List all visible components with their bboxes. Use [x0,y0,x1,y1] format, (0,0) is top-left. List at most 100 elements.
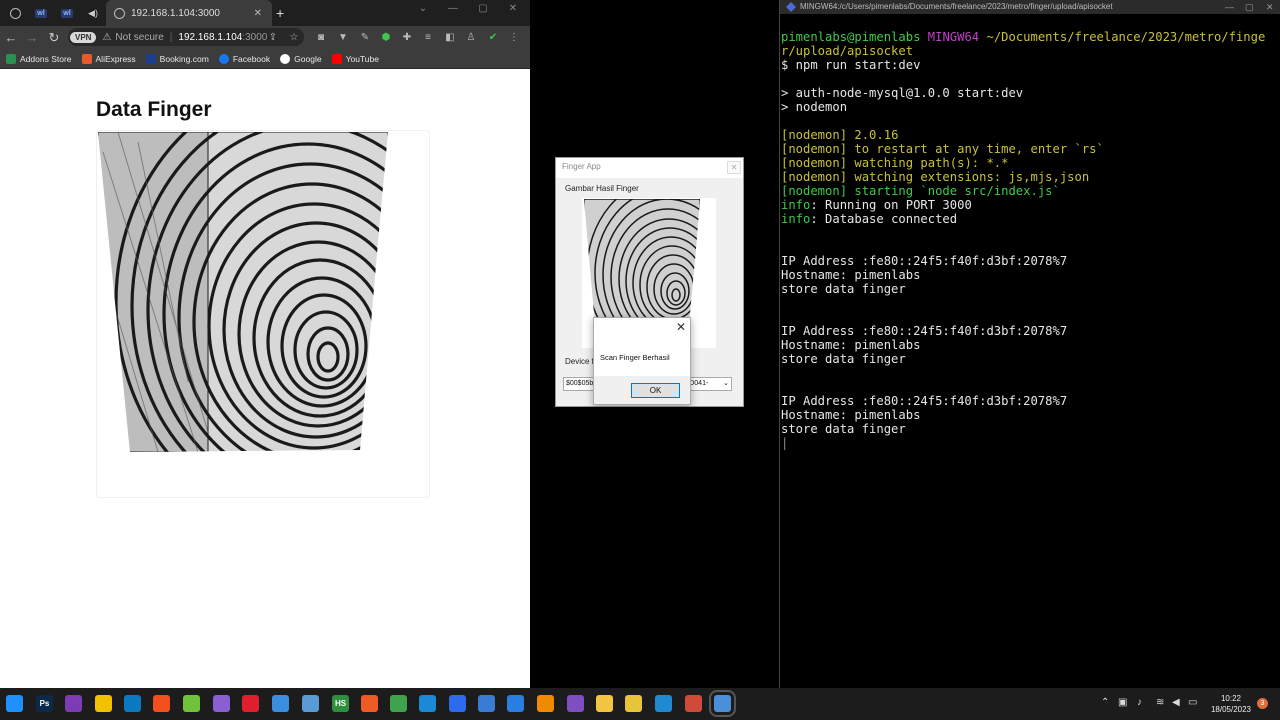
youtube-icon [331,53,342,64]
close-window-icon[interactable]: ✕ [506,0,520,16]
command-line: $ npm run start:dev [781,58,921,72]
bookmark-aliexpress[interactable]: AliExpress [81,53,136,64]
clock[interactable]: 10:22 18/05/2023 [1203,693,1259,715]
bookmark-youtube[interactable]: YouTube [331,53,379,64]
addons-store-icon [6,53,16,64]
trello-icon[interactable] [124,695,141,712]
postman-icon[interactable] [361,695,378,712]
maximize-icon[interactable]: ▢ [476,0,490,16]
tab-1[interactable] [4,0,26,26]
notepad-icon[interactable] [390,695,407,712]
bookmark-addons-store[interactable]: Addons Store [6,53,72,64]
close-icon[interactable]: ✕ [676,320,686,334]
nodemon-text: watching path(s): *.* [847,156,1009,170]
tab-3[interactable]: wl [56,0,78,26]
tab-2[interactable]: wl [30,0,52,26]
puzzle-extension-icon[interactable]: ✚ [400,30,414,44]
camera-icon[interactable]: ◙ [314,30,328,44]
ip-line: IP Address :fe80::24f5:f40f:d3bf:2078%7 [781,254,1068,268]
finger-app-icon[interactable] [709,690,736,717]
tab-title: 192.168.1.104:3000 [131,7,220,19]
minimize-icon[interactable]: — [1225,0,1234,14]
nodemon-text: 2.0.16 [847,128,899,142]
bookmark-label: AliExpress [95,53,136,64]
hs-icon[interactable]: HS [332,695,349,712]
profile-icon[interactable]: ♙ [464,30,478,44]
opera-icon[interactable] [242,695,259,712]
edge-icon[interactable] [419,695,436,712]
file-explorer-icon[interactable] [596,695,613,712]
facebook-icon [218,53,229,64]
device-label: Device f [565,357,594,366]
wl-icon: wl [35,8,47,18]
notification-badge[interactable]: 3 [1257,698,1268,709]
image-label: Gambar Hasil Finger [565,184,639,193]
close-window-icon[interactable]: ✕ [1266,0,1274,14]
tool-icon[interactable] [213,695,230,712]
forward-arrow-icon[interactable]: → [22,26,42,49]
azure-studio-icon[interactable] [507,695,524,712]
bookmark-google[interactable]: Google [280,53,322,64]
ip-line: IP Address :fe80::24f5:f40f:d3bf:2078%7 [781,324,1068,338]
info-tag: info [781,212,811,226]
side-panel-icon[interactable]: ◧ [443,30,457,44]
figma-icon[interactable] [153,695,170,712]
terminal-title: MINGW64:/c/Users/pimenlabs/Documents/fre… [800,2,1113,11]
reading-list-icon[interactable]: ≡ [421,30,435,44]
bookmark-facebook[interactable]: Facebook [218,53,270,64]
ok-button[interactable]: OK [631,383,680,398]
vpn-extension-icon[interactable]: ▼ [336,30,350,44]
eye-app-icon[interactable] [302,695,319,712]
tab-4[interactable]: ◀) [82,0,104,26]
microphone-icon[interactable]: ♪ [1137,697,1142,708]
share-icon[interactable]: ⇪ [266,30,280,44]
browser-window: wl wl ◀) 192.168.1.104:3000 ✕ + ⌄ — ▢ ✕ … [0,0,530,688]
tab-close-icon[interactable]: ✕ [254,8,262,19]
verified-extension-icon[interactable]: ✔ [486,30,500,44]
globe-icon [9,7,21,19]
game-controller-icon[interactable] [272,695,289,712]
mail-app-icon[interactable] [95,695,112,712]
tray-app-icon[interactable]: ▣ [1118,697,1127,708]
wifi-icon[interactable]: ≋ [1156,697,1164,708]
nodemon-tag: [nodemon] [781,128,848,142]
windows-start-icon[interactable] [6,695,23,712]
shield-icon[interactable]: ⬢ [379,30,393,44]
chevron-down-icon[interactable]: ⌄ [416,0,430,16]
maximize-icon[interactable]: ▢ [1245,0,1254,14]
security-label[interactable]: Not secure [115,32,163,43]
url-host[interactable]: 192.168.1.104 [178,32,242,43]
speaker-icon[interactable]: ◀ [1172,697,1180,708]
booking-icon [145,53,156,64]
bookmark-booking[interactable]: Booking.com [145,53,209,64]
signal-icon[interactable] [449,695,466,712]
cube-3d-icon[interactable] [183,695,200,712]
nodemon-tag: [nodemon] [781,170,848,184]
visual-studio-icon[interactable] [567,695,584,712]
back-arrow-icon[interactable]: ← [1,26,21,49]
photoshop-icon[interactable]: Ps [36,695,53,712]
url-port[interactable]: :3000 [242,32,267,43]
share-icon[interactable] [478,695,495,712]
pen-icon[interactable]: ✎ [358,30,372,44]
vpn-badge[interactable]: VPN [70,31,97,43]
terminal-output[interactable]: pimenlabs@pimenlabs MINGW64 ~/Documents/… [781,30,1279,450]
battery-icon[interactable]: ▭ [1188,697,1197,708]
tab-active[interactable]: 192.168.1.104:3000 ✕ [106,0,272,26]
star-icon[interactable]: ☆ [287,30,301,44]
new-tab-icon[interactable]: + [276,5,284,21]
terminal-window: MINGW64:/c/Users/pimenlabs/Documents/fre… [779,0,1280,688]
close-icon[interactable]: ✕ [727,161,741,174]
more-menu-icon[interactable]: ⋮ [507,30,521,44]
vlc-icon[interactable] [537,695,554,712]
info-text: : Database connected [810,212,958,226]
reload-icon[interactable]: ↻ [44,26,64,49]
chrome-icon[interactable] [625,695,642,712]
tor-browser-icon[interactable] [65,695,82,712]
minimize-icon[interactable]: — [446,0,460,16]
chevron-up-icon[interactable]: ⌃ [1101,697,1109,708]
warning-icon[interactable]: ⚠ [102,32,111,43]
git-icon[interactable] [685,695,702,712]
vscode-icon[interactable] [655,695,672,712]
fingerprint-preview [584,199,700,335]
